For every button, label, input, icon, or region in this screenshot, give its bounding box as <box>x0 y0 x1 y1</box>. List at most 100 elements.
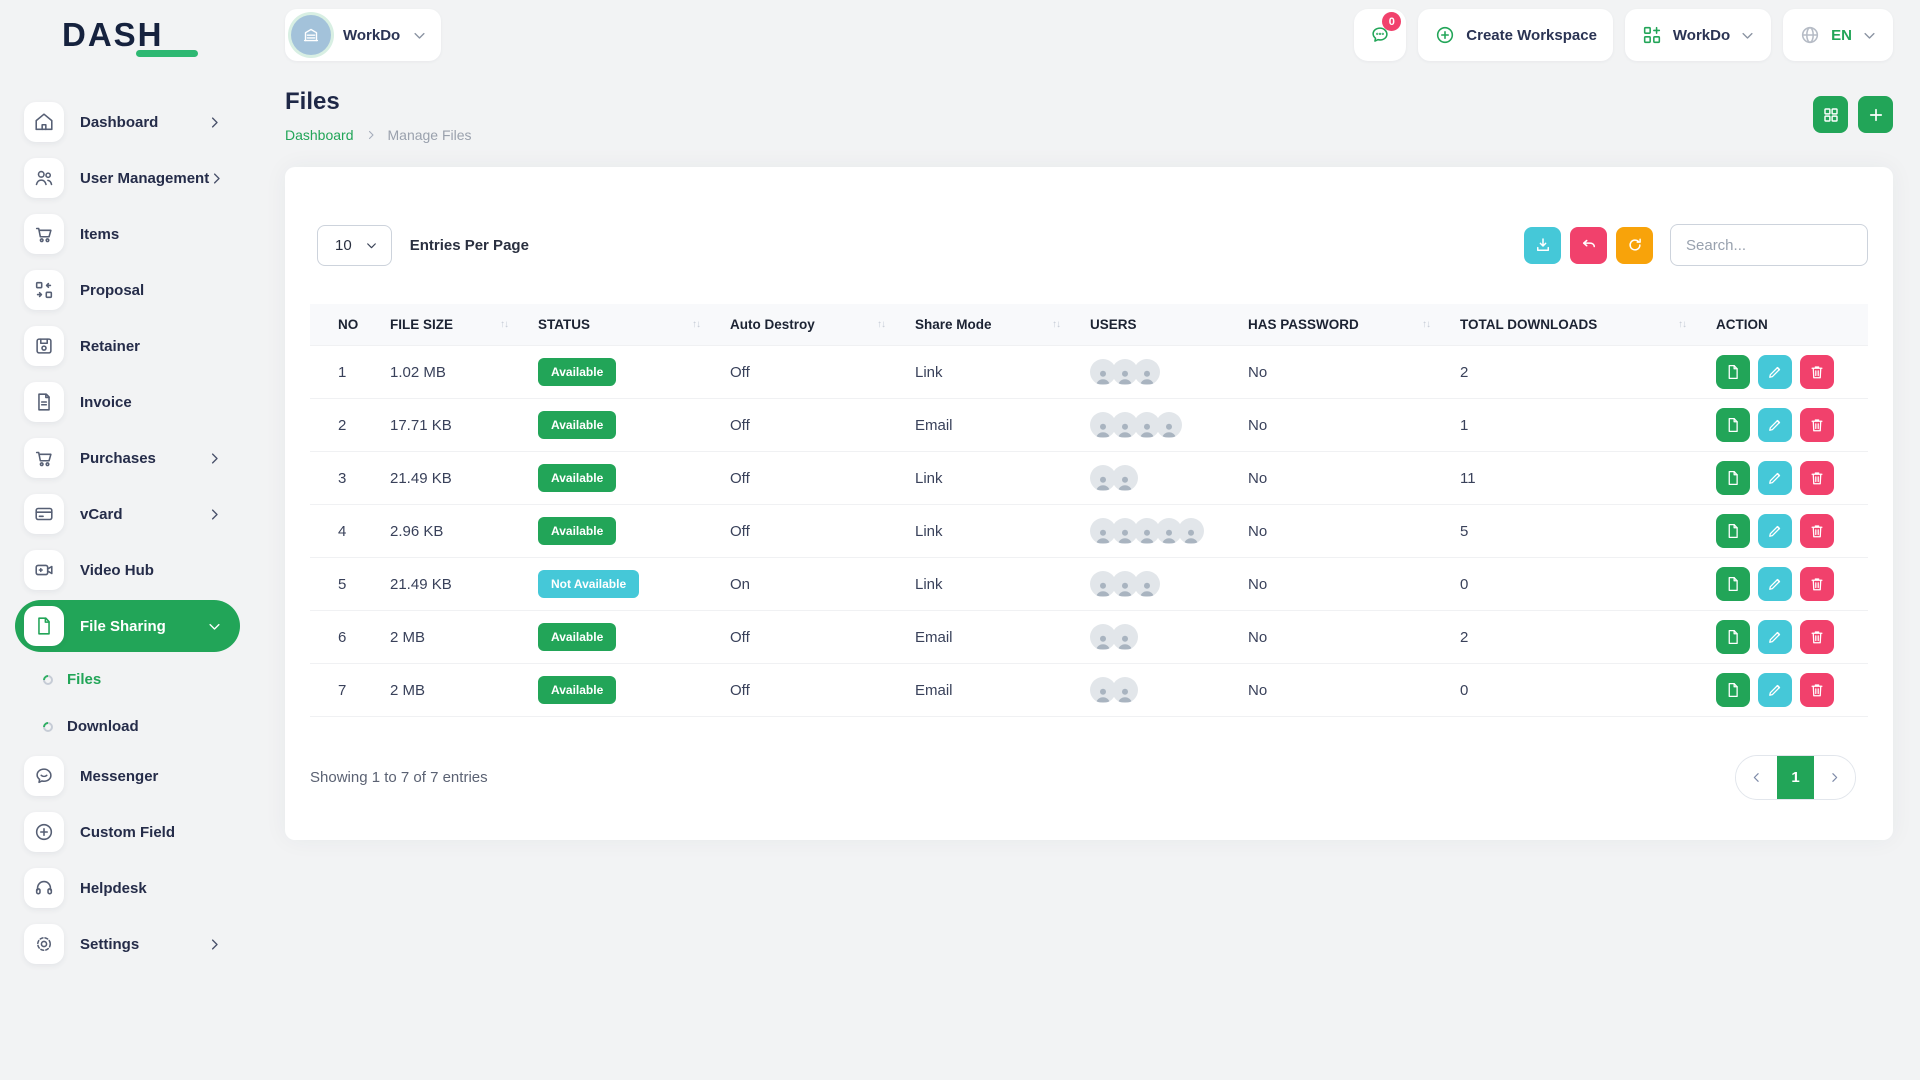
cell-share-mode: Email <box>905 664 1080 717</box>
sidebar-item-helpdesk[interactable]: Helpdesk <box>15 862 240 914</box>
sidebar-item-custom-field[interactable]: Custom Field <box>15 806 240 858</box>
delete-file-button[interactable] <box>1800 461 1834 495</box>
column-header-has-password[interactable]: HAS PASSWORD↑↓ <box>1238 304 1450 346</box>
trash-icon <box>1808 522 1826 540</box>
edit-file-button[interactable] <box>1758 355 1792 389</box>
edit-file-button[interactable] <box>1758 567 1792 601</box>
edit-file-button[interactable] <box>1758 408 1792 442</box>
pagination-page-1[interactable]: 1 <box>1777 756 1814 799</box>
view-file-button[interactable] <box>1716 567 1750 601</box>
plus-circle-icon-chip <box>24 812 64 852</box>
table-row: 7 2 MB Available Off Email No 0 <box>310 664 1868 717</box>
headset-icon-chip <box>24 868 64 908</box>
edit-file-button[interactable] <box>1758 673 1792 707</box>
add-file-button[interactable] <box>1858 96 1893 133</box>
undo-button[interactable] <box>1570 227 1607 264</box>
sidebar-item-items[interactable]: Items <box>15 208 240 260</box>
logo[interactable]: DASH <box>0 0 255 70</box>
sidebar-item-purchases[interactable]: Purchases <box>15 432 240 484</box>
view-file-button[interactable] <box>1716 620 1750 654</box>
breadcrumb-dashboard-link[interactable]: Dashboard <box>285 127 354 143</box>
column-header-share-mode[interactable]: Share Mode↑↓ <box>905 304 1080 346</box>
person-icon <box>1160 420 1178 438</box>
cell-share-mode: Email <box>905 611 1080 664</box>
user-avatar <box>1134 359 1160 385</box>
entries-per-page-select[interactable]: 10 <box>317 225 392 266</box>
plus-circle-icon <box>1434 24 1456 46</box>
column-header-total-downloads[interactable]: TOTAL DOWNLOADS↑↓ <box>1450 304 1706 346</box>
document-icon-chip <box>24 382 64 422</box>
page-title: Files <box>285 88 472 116</box>
sidebar-item-messenger[interactable]: Messenger <box>15 750 240 802</box>
sidebar-item-user-management[interactable]: User Management <box>15 152 240 204</box>
messages-button[interactable]: 0 <box>1354 9 1406 61</box>
sidebar-item-invoice[interactable]: Invoice <box>15 376 240 428</box>
pagination-prev-button[interactable] <box>1736 756 1777 799</box>
view-file-button[interactable] <box>1716 461 1750 495</box>
chevron-down-icon <box>412 28 427 43</box>
delete-file-button[interactable] <box>1800 673 1834 707</box>
edit-file-button[interactable] <box>1758 620 1792 654</box>
user-avatar <box>1112 465 1138 491</box>
trash-icon <box>1808 575 1826 593</box>
delete-file-button[interactable] <box>1800 620 1834 654</box>
view-file-button[interactable] <box>1716 514 1750 548</box>
column-header-auto-destroy[interactable]: Auto Destroy↑↓ <box>720 304 905 346</box>
language-selector[interactable]: EN <box>1783 9 1893 61</box>
pagination-next-button[interactable] <box>1814 756 1855 799</box>
sidebar-subitem-download[interactable]: Download <box>15 703 240 750</box>
sidebar-item-vcard[interactable]: vCard <box>15 488 240 540</box>
sidebar-item-label: Items <box>80 226 119 243</box>
view-file-button[interactable] <box>1716 673 1750 707</box>
building-icon <box>300 24 322 46</box>
column-header-status[interactable]: STATUS↑↓ <box>528 304 720 346</box>
sidebar-item-file-sharing[interactable]: File Sharing <box>15 600 240 652</box>
refresh-button[interactable] <box>1616 227 1653 264</box>
view-file-button[interactable] <box>1716 408 1750 442</box>
delete-file-button[interactable] <box>1800 567 1834 601</box>
workspace-menu-button[interactable]: WorkDo <box>1625 9 1771 61</box>
sidebar-item-retainer[interactable]: Retainer <box>15 320 240 372</box>
edit-file-button[interactable] <box>1758 514 1792 548</box>
sidebar-item-settings[interactable]: Settings <box>15 918 240 970</box>
video-camera-icon-chip <box>24 550 64 590</box>
floppy-icon-chip <box>24 326 64 366</box>
cell-file-size: 2.96 KB <box>380 505 528 558</box>
breadcrumb: Dashboard Manage Files <box>285 127 472 143</box>
export-button[interactable] <box>1524 227 1561 264</box>
pencil-icon <box>1766 575 1784 593</box>
status-badge: Available <box>538 358 616 386</box>
sidebar-item-label: Settings <box>80 936 139 953</box>
sort-icon: ↑↓ <box>1678 319 1696 330</box>
status-badge: Available <box>538 517 616 545</box>
column-header-file-size[interactable]: FILE SIZE↑↓ <box>380 304 528 346</box>
delete-file-button[interactable] <box>1800 408 1834 442</box>
grid-view-button[interactable] <box>1813 96 1848 133</box>
delete-file-button[interactable] <box>1800 514 1834 548</box>
floppy-icon <box>33 335 55 357</box>
status-badge: Available <box>538 676 616 704</box>
delete-file-button[interactable] <box>1800 355 1834 389</box>
file-icon <box>33 615 55 637</box>
cell-no: 1 <box>310 346 380 399</box>
edit-file-button[interactable] <box>1758 461 1792 495</box>
sidebar-subitem-files[interactable]: Files <box>15 656 240 703</box>
cell-no: 4 <box>310 505 380 558</box>
search-input[interactable] <box>1670 224 1868 266</box>
home-icon-chip <box>24 102 64 142</box>
sidebar-item-dashboard[interactable]: Dashboard <box>15 96 240 148</box>
sidebar-item-proposal[interactable]: Proposal <box>15 264 240 316</box>
cell-file-size: 2 MB <box>380 664 528 717</box>
status-badge: Available <box>538 623 616 651</box>
create-workspace-button[interactable]: Create Workspace <box>1418 9 1613 61</box>
workspace-selector[interactable]: WorkDo <box>285 9 441 61</box>
messages-count-badge: 0 <box>1382 12 1401 31</box>
view-file-button[interactable] <box>1716 355 1750 389</box>
person-icon <box>1182 526 1200 544</box>
swap-grid-icon <box>33 279 55 301</box>
sidebar-item-video-hub[interactable]: Video Hub <box>15 544 240 596</box>
cell-has-password: No <box>1238 346 1450 399</box>
sidebar-item-label: File Sharing <box>80 618 166 635</box>
status-badge: Available <box>538 464 616 492</box>
file-icon-chip <box>24 606 64 646</box>
